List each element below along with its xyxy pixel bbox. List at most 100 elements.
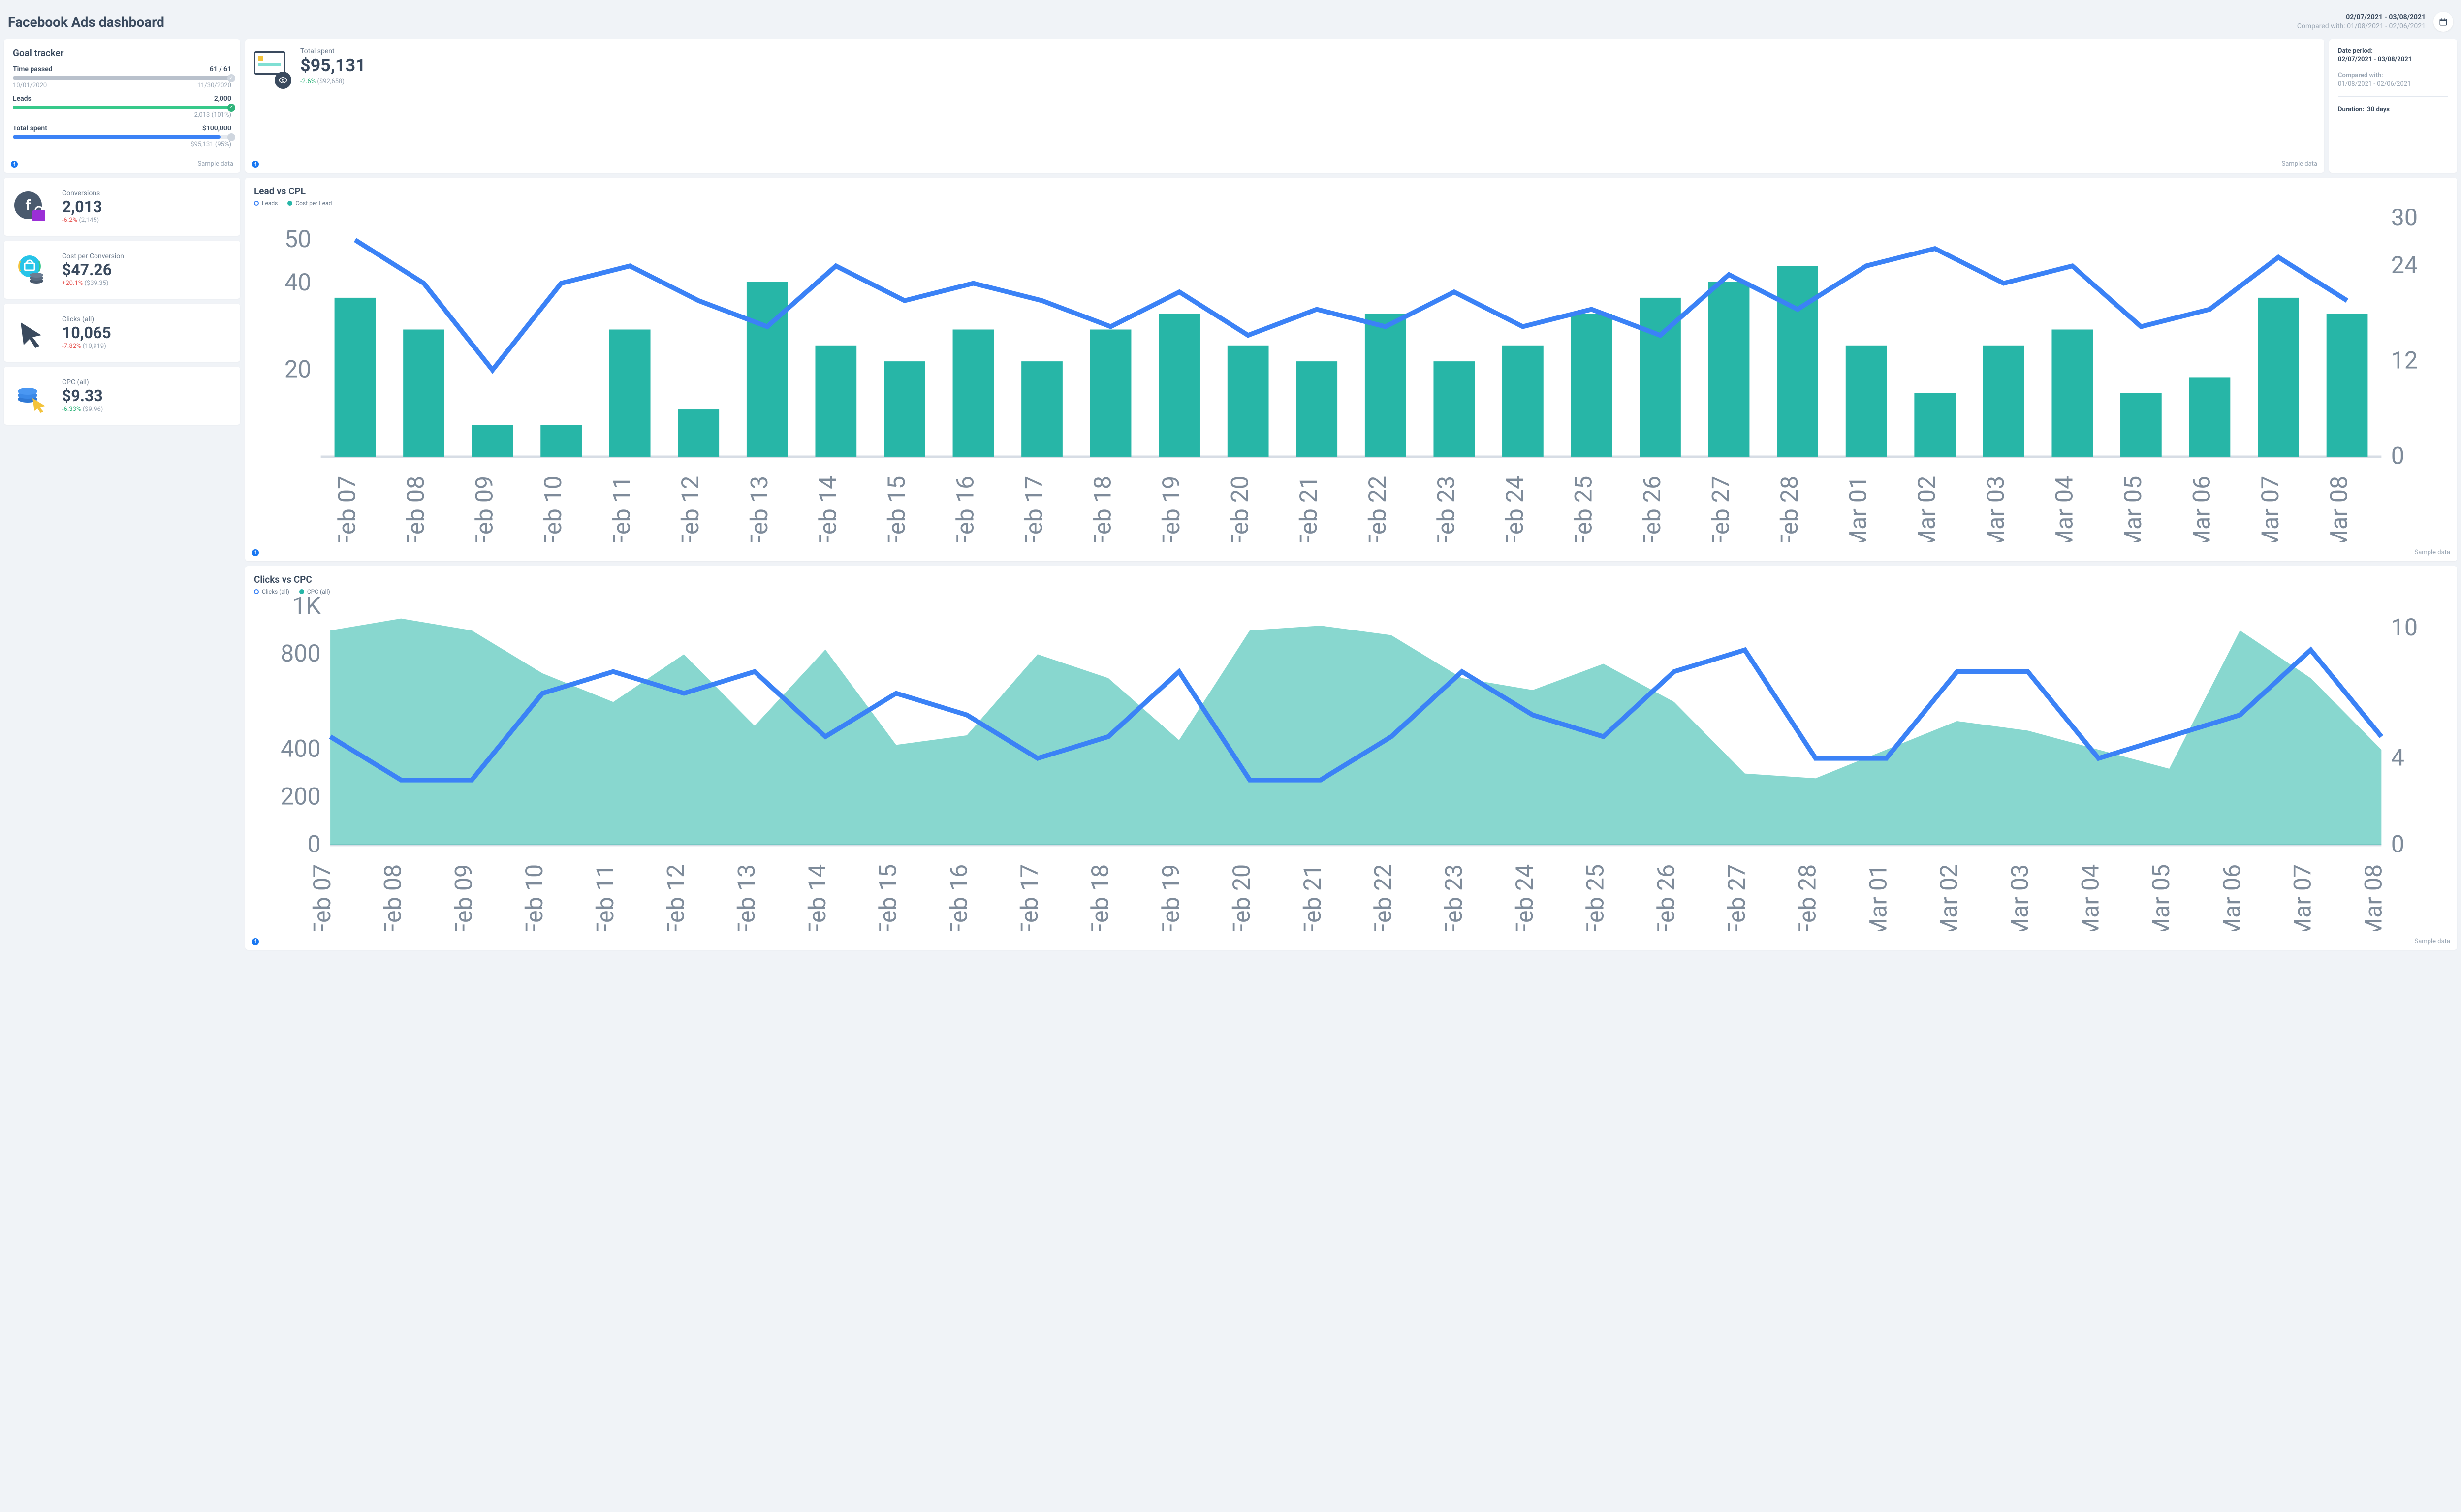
svg-text:Feb 14: Feb 14 bbox=[814, 476, 842, 543]
date-period-duration-value: 30 days bbox=[2367, 106, 2390, 113]
svg-text:Mar 05: Mar 05 bbox=[2147, 864, 2175, 931]
conversions-icon: f bbox=[11, 189, 50, 224]
kpi-label: CPC (all) bbox=[62, 378, 103, 386]
svg-text:Feb 26: Feb 26 bbox=[1638, 476, 1666, 543]
total-spent-icon bbox=[254, 51, 289, 87]
kpi-label: Cost per Conversion bbox=[62, 252, 124, 260]
goal-time-count: 61 / 61 bbox=[210, 65, 231, 73]
kpi-delta: -7.82% bbox=[62, 343, 81, 350]
svg-text:f: f bbox=[26, 197, 31, 214]
svg-text:Feb 28: Feb 28 bbox=[1794, 864, 1822, 931]
svg-text:12: 12 bbox=[2391, 346, 2418, 375]
total-spent-label: Total spent bbox=[300, 47, 366, 55]
svg-text:Feb 26: Feb 26 bbox=[1652, 864, 1680, 931]
goal-time-row: Time passed 61 / 61 ✓ 10/01/2020 11/30/2… bbox=[13, 65, 231, 89]
svg-text:Feb 12: Feb 12 bbox=[676, 476, 704, 543]
svg-text:30: 30 bbox=[2391, 209, 2418, 231]
svg-text:Feb 07: Feb 07 bbox=[308, 864, 336, 931]
svg-text:0: 0 bbox=[307, 830, 320, 858]
kpi-cost-per-conversion: Cost per Conversion $47.26 +20.1% ($39.3… bbox=[4, 241, 240, 299]
svg-text:Feb 23: Feb 23 bbox=[1440, 864, 1468, 931]
svg-text:Feb 27: Feb 27 bbox=[1707, 476, 1735, 543]
svg-text:Feb 21: Feb 21 bbox=[1298, 864, 1326, 931]
header-date-range: 02/07/2021 - 03/08/2021 Compared with: 0… bbox=[2297, 13, 2426, 30]
header-date-range-compare: Compared with: 01/08/2021 - 02/06/2021 bbox=[2297, 22, 2426, 30]
goal-spent-target: $100,000 bbox=[202, 125, 231, 132]
svg-text:Mar 01: Mar 01 bbox=[1844, 476, 1872, 543]
svg-text:Feb 14: Feb 14 bbox=[803, 864, 831, 931]
svg-text:Feb 10: Feb 10 bbox=[539, 476, 567, 543]
svg-text:Feb 19: Feb 19 bbox=[1157, 864, 1185, 931]
svg-text:Mar 04: Mar 04 bbox=[2077, 864, 2105, 931]
svg-text:0: 0 bbox=[2391, 830, 2404, 858]
svg-text:Mar 06: Mar 06 bbox=[2218, 864, 2246, 931]
svg-text:Feb 25: Feb 25 bbox=[1569, 476, 1597, 543]
svg-text:Mar 08: Mar 08 bbox=[2325, 476, 2353, 543]
svg-text:1K: 1K bbox=[292, 597, 321, 620]
svg-text:Feb 23: Feb 23 bbox=[1432, 476, 1460, 543]
sample-data-label: Sample data bbox=[198, 160, 234, 168]
calendar-icon bbox=[2439, 17, 2448, 26]
sample-data-label: Sample data bbox=[2282, 160, 2318, 168]
clicks-vs-cpc-card: Clicks vs CPC Clicks (all) CPC (all) 0 20… bbox=[245, 566, 2457, 949]
svg-text:Mar 02: Mar 02 bbox=[1935, 864, 1963, 931]
header-date-range-main: 02/07/2021 - 03/08/2021 bbox=[2297, 13, 2426, 21]
goal-spent-row: Total spent $100,000 $95,131 (95%) bbox=[13, 125, 231, 148]
svg-text:Feb 13: Feb 13 bbox=[732, 864, 760, 931]
svg-text:Feb 08: Feb 08 bbox=[402, 476, 430, 543]
kpi-conversions: f Conversions 2,013 -6.2% (2,145) bbox=[4, 178, 240, 236]
svg-text:Feb 18: Feb 18 bbox=[1086, 864, 1114, 931]
svg-text:800: 800 bbox=[281, 639, 321, 667]
svg-text:Feb 18: Feb 18 bbox=[1089, 476, 1117, 543]
cpc-all-icon bbox=[11, 378, 50, 413]
svg-text:Feb 10: Feb 10 bbox=[520, 864, 548, 931]
svg-text:Feb 08: Feb 08 bbox=[379, 864, 407, 931]
kpi-delta: -6.2% bbox=[62, 217, 77, 224]
total-spent-compare: ($92,658) bbox=[317, 78, 344, 85]
legend-dot-icon bbox=[287, 201, 292, 206]
facebook-icon: f bbox=[11, 161, 18, 168]
svg-text:Feb 07: Feb 07 bbox=[333, 476, 361, 543]
clicks-vs-cpc-chart[interactable]: 0 200 400 800 1K 0 4 10 Feb 07 Feb 08 Feb 09 Feb 10… bbox=[254, 597, 2448, 931]
total-spent-card: Total spent $95,131 -2.6% ($92,658) f Sa… bbox=[245, 39, 2324, 173]
svg-text:Feb 22: Feb 22 bbox=[1369, 864, 1397, 931]
lead-vs-cpl-chart[interactable]: 2040500122430Feb 07Feb 08Feb 09Feb 10Feb… bbox=[254, 209, 2448, 542]
svg-text:400: 400 bbox=[281, 735, 321, 763]
check-icon: ✓ bbox=[227, 104, 235, 112]
svg-text:Feb 09: Feb 09 bbox=[471, 476, 499, 543]
facebook-icon: f bbox=[252, 938, 259, 945]
total-spent-value: $95,131 bbox=[300, 56, 366, 76]
svg-text:Mar 06: Mar 06 bbox=[2187, 476, 2215, 543]
kpi-compare: (10,919) bbox=[83, 343, 106, 350]
clicks-icon bbox=[11, 315, 50, 350]
total-spent-delta: -2.6% bbox=[300, 78, 316, 85]
lead-vs-cpl-title: Lead vs CPL bbox=[254, 186, 2448, 197]
svg-text:10: 10 bbox=[2391, 613, 2418, 641]
date-period-label: Date period: bbox=[2338, 47, 2448, 55]
date-period-value: 02/07/2021 - 03/08/2021 bbox=[2338, 56, 2448, 63]
date-period-compare-value: 01/08/2021 - 02/06/2021 bbox=[2338, 80, 2448, 88]
svg-text:20: 20 bbox=[284, 355, 311, 383]
sample-data-label: Sample data bbox=[2415, 549, 2451, 556]
clicks-vs-cpc-title: Clicks vs CPC bbox=[254, 574, 2448, 585]
svg-text:Feb 09: Feb 09 bbox=[449, 864, 477, 931]
clicks-vs-cpc-legend: Clicks (all) CPC (all) bbox=[254, 588, 2448, 595]
svg-text:Feb 11: Feb 11 bbox=[608, 476, 636, 543]
lead-vs-cpl-legend: Leads Cost per Lead bbox=[254, 200, 2448, 207]
svg-text:4: 4 bbox=[2391, 744, 2404, 772]
goal-tracker-card: Goal tracker Time passed 61 / 61 ✓ 10/01… bbox=[4, 39, 240, 173]
svg-text:200: 200 bbox=[281, 783, 321, 811]
svg-text:Feb 16: Feb 16 bbox=[945, 864, 973, 931]
goal-spent-actual: $95,131 (95%) bbox=[13, 141, 231, 148]
svg-text:Feb 20: Feb 20 bbox=[1226, 476, 1254, 543]
page-title: Facebook Ads dashboard bbox=[8, 14, 164, 30]
goal-time-label: Time passed bbox=[13, 65, 53, 73]
kpi-value: 2,013 bbox=[62, 198, 102, 216]
kpi-label: Clicks (all) bbox=[62, 315, 111, 323]
goal-leads-actual: 2,013 (101%) bbox=[13, 111, 231, 119]
date-picker-button[interactable] bbox=[2433, 12, 2453, 32]
kpi-cpc-all: CPC (all) $9.33 -6.33% ($9.96) bbox=[4, 367, 240, 425]
date-period-duration-label: Duration: bbox=[2338, 106, 2364, 113]
kpi-clicks: Clicks (all) 10,065 -7.82% (10,919) bbox=[4, 304, 240, 362]
facebook-icon: f bbox=[252, 549, 259, 556]
